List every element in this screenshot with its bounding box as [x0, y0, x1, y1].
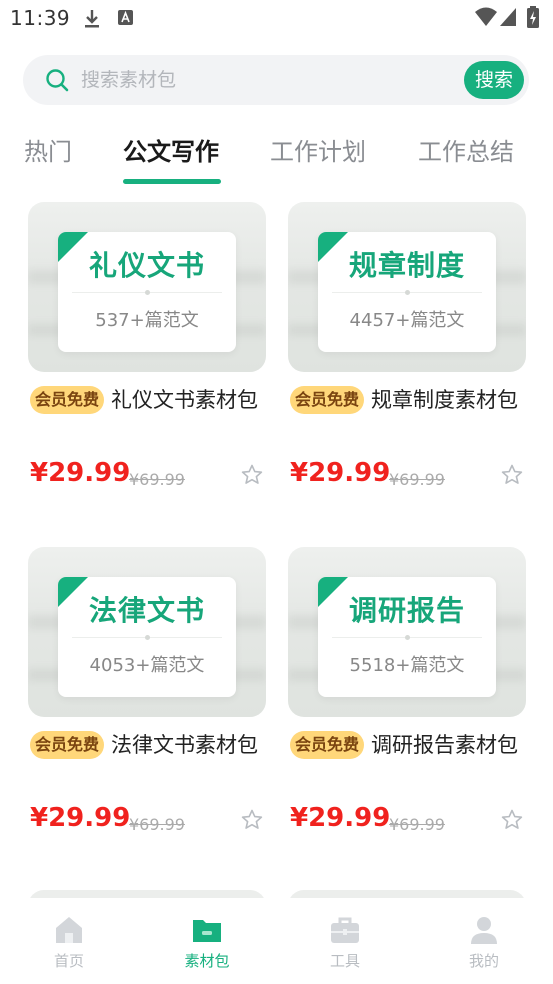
original-price: ¥69.99 [129, 815, 185, 834]
card-title-row[interactable]: 会员免费 规章制度素材包 [290, 384, 526, 416]
thumbnail-panel: 规章制度 4457+篇范文 [318, 232, 496, 352]
card-title: 礼仪文书素材包 [111, 388, 259, 412]
tab-hot[interactable]: 热门 [24, 132, 72, 167]
status-bar: 11:39 [0, 0, 553, 38]
thumbnail-panel: 法律文书 4053+篇范文 [58, 577, 236, 697]
nav-home[interactable]: 首页 [24, 914, 114, 971]
search-input[interactable] [81, 55, 461, 105]
category-tabs: 热门 公文写作 工作计划 工作总结 [0, 128, 553, 188]
status-time: 11:39 [10, 6, 71, 30]
price: ¥29.99 [290, 458, 391, 488]
nav-label: 首页 [53, 952, 84, 970]
signal-icon [500, 8, 516, 26]
download-icon [85, 10, 99, 28]
app-notification-icon [118, 10, 133, 25]
folder-icon [193, 920, 221, 942]
wifi-icon [475, 7, 497, 26]
tab-official-writing[interactable]: 公文写作 [123, 132, 219, 167]
nav-label: 我的 [468, 952, 499, 970]
thumbnail-title: 礼仪文书 [88, 249, 205, 282]
tab-work-summary[interactable]: 工作总结 [418, 132, 514, 167]
thumbnail-title: 调研报告 [348, 594, 465, 627]
member-free-badge: 会员免费 [290, 731, 365, 759]
card-thumbnail[interactable]: 调研报告 5518+篇范文 [288, 547, 526, 717]
nav-label: 素材包 [184, 952, 230, 970]
thumbnail-panel: 调研报告 5518+篇范文 [318, 577, 496, 697]
toolbox-icon [331, 917, 359, 943]
sample-count: 5518+篇范文 [349, 655, 465, 676]
favorite-star-icon[interactable] [500, 463, 524, 487]
home-icon [56, 917, 82, 943]
price: ¥29.99 [30, 458, 131, 488]
member-free-badge: 会员免费 [290, 386, 365, 414]
card-thumbnail[interactable]: 规章制度 4457+篇范文 [288, 202, 526, 372]
nav-profile[interactable]: 我的 [439, 914, 529, 971]
search-icon [46, 69, 69, 92]
battery-icon [527, 6, 539, 28]
price: ¥29.99 [30, 803, 131, 833]
nav-label: 工具 [329, 952, 360, 970]
active-tab-indicator [123, 179, 221, 184]
material-card[interactable]: 调研报告 5518+篇范文 会员免费 调研报告素材包 ¥29.99 ¥69.99 [288, 547, 526, 847]
member-free-badge: 会员免费 [30, 731, 105, 759]
user-icon [471, 917, 497, 944]
thumbnail-title: 法律文书 [88, 594, 205, 627]
favorite-star-icon[interactable] [240, 808, 264, 832]
search-button[interactable]: 搜索 [464, 61, 524, 99]
nav-tools[interactable]: 工具 [300, 914, 390, 971]
price: ¥29.99 [290, 803, 391, 833]
material-card[interactable]: 法律文书 4053+篇范文 会员免费 法律文书素材包 ¥29.99 ¥69.99 [28, 547, 266, 847]
bottom-navigation: 首页 素材包 工具 我的 [0, 898, 553, 984]
card-title-row[interactable]: 会员免费 法律文书素材包 [30, 729, 266, 761]
material-card[interactable]: 礼仪文书 537+篇范文 会员免费 礼仪文书素材包 ¥29.99 ¥69.99 [28, 202, 266, 502]
card-title-row[interactable]: 会员免费 调研报告素材包 [290, 729, 526, 761]
favorite-star-icon[interactable] [240, 463, 264, 487]
original-price: ¥69.99 [129, 470, 185, 489]
nav-materials[interactable]: 素材包 [162, 914, 252, 971]
card-thumbnail[interactable]: 礼仪文书 537+篇范文 [28, 202, 266, 372]
sample-count: 537+篇范文 [95, 310, 199, 331]
tab-work-plan[interactable]: 工作计划 [270, 132, 366, 167]
card-thumbnail[interactable]: 法律文书 4053+篇范文 [28, 547, 266, 717]
original-price: ¥69.99 [389, 815, 445, 834]
material-card[interactable]: 规章制度 4457+篇范文 会员免费 规章制度素材包 ¥29.99 ¥69.99 [288, 202, 526, 502]
member-free-badge: 会员免费 [30, 386, 105, 414]
original-price: ¥69.99 [389, 470, 445, 489]
card-title: 调研报告素材包 [371, 733, 519, 757]
favorite-star-icon[interactable] [500, 808, 524, 832]
sample-count: 4457+篇范文 [349, 310, 465, 331]
card-title: 法律文书素材包 [111, 733, 259, 757]
search-bar[interactable]: 搜索 [23, 55, 529, 105]
thumbnail-panel: 礼仪文书 537+篇范文 [58, 232, 236, 352]
sample-count: 4053+篇范文 [89, 655, 205, 676]
card-title: 规章制度素材包 [371, 388, 519, 412]
card-title-row[interactable]: 会员免费 礼仪文书素材包 [30, 384, 266, 416]
thumbnail-title: 规章制度 [348, 249, 465, 282]
